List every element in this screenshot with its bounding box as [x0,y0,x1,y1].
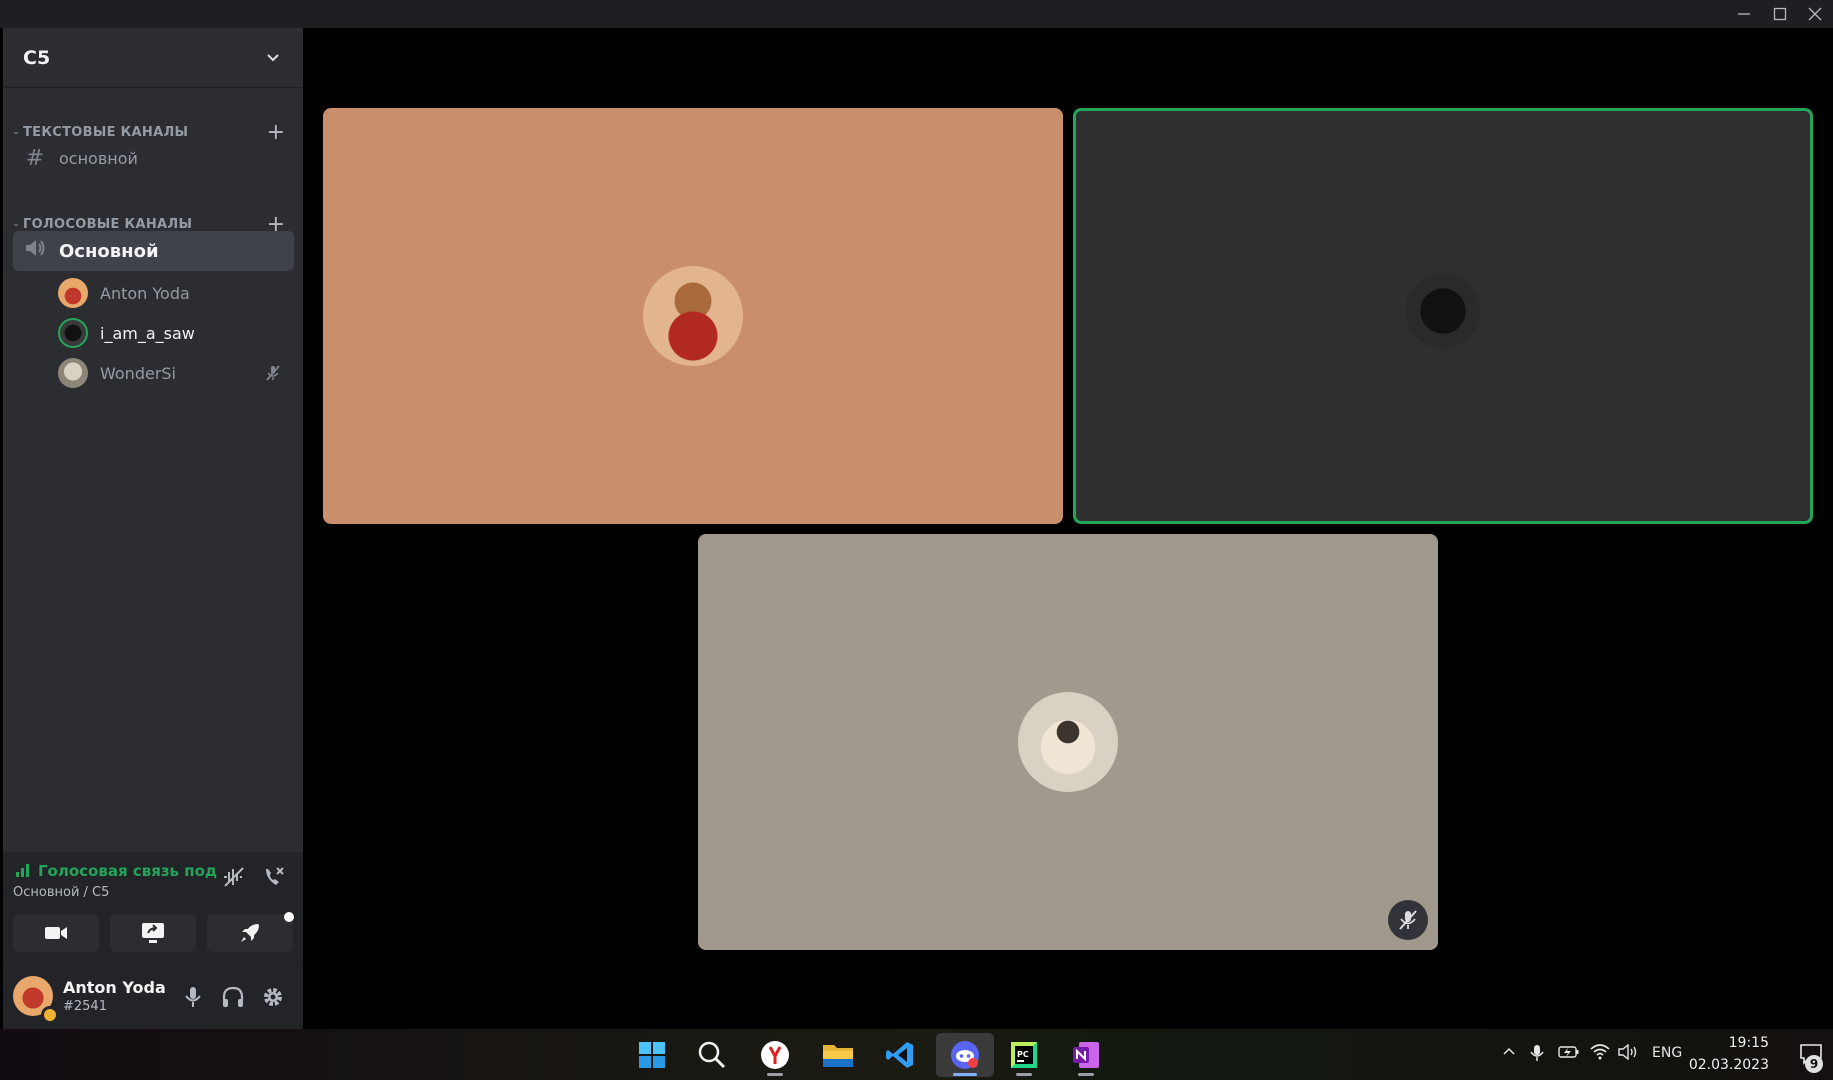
onenote-icon [1073,1042,1099,1068]
muted-mic-icon [266,365,280,381]
tray-battery[interactable] [1558,1044,1580,1064]
wifi-icon [1590,1044,1610,1060]
title-bar [0,0,1833,28]
running-indicator [1078,1073,1094,1076]
avatar [58,278,88,308]
clock-date: 02.03.2023 [1688,1057,1769,1073]
voice-connection-panel: Голосовая связь под Основной / C5 [3,852,303,964]
battery-charging-icon [1558,1046,1579,1058]
avatar [1018,692,1118,792]
volume-icon [1618,1043,1637,1061]
noise-suppression-icon [224,867,244,887]
voice-user-name: WonderSi [100,363,176,383]
speaker-icon [23,238,47,264]
show-hidden-icons-button[interactable] [1502,1044,1516,1062]
hashtag-icon: # [25,145,45,171]
avatar [1393,266,1493,366]
voice-tile-i-am-a-saw[interactable] [1073,108,1813,524]
minimize-icon [1738,13,1750,15]
rocket-icon [241,924,259,942]
user-settings-button[interactable] [259,983,287,1011]
maximize-button[interactable] [1763,0,1797,28]
discord-icon [951,1041,979,1069]
voice-tile-wondersi[interactable] [698,534,1438,950]
running-indicator [767,1073,783,1076]
taskbar-onenote[interactable] [1060,1033,1112,1077]
tray-language[interactable]: ENG [1652,1045,1682,1061]
voice-user-anton-yoda[interactable]: Anton Yoda [58,276,294,310]
headphones-icon [222,986,244,1007]
channel-label: Основной [59,240,159,262]
taskbar-vscode[interactable] [874,1033,926,1077]
text-channel-osnovnoy[interactable]: # основной [13,138,294,178]
video-camera-icon [45,927,67,939]
activities-button[interactable] [207,914,293,952]
yandex-browser-icon [761,1041,789,1069]
voice-status[interactable]: Голосовая связь под [38,862,217,880]
taskbar-discord[interactable] [936,1033,994,1077]
user-name[interactable]: Anton Yoda [63,978,166,997]
noise-suppression-button[interactable] [221,864,247,890]
notification-count-badge: 9 [1805,1055,1823,1073]
disconnect-phone-icon [266,867,284,885]
chevron-up-icon [1503,1047,1515,1055]
mute-button[interactable] [179,983,207,1011]
taskbar-file-explorer[interactable] [812,1033,864,1077]
windows-taskbar: PC ENG 19:15 02.03.2023 9 [0,1029,1833,1080]
screen-share-button[interactable] [110,914,196,952]
clock-time: 19:15 [1728,1035,1769,1051]
server-header[interactable]: C5 [3,28,303,88]
camera-button[interactable] [13,914,99,952]
disconnect-button[interactable] [261,864,287,890]
microphone-icon [185,987,201,1007]
voice-user-i-am-a-saw[interactable]: i_am_a_saw [58,316,294,350]
tray-volume[interactable] [1618,1043,1640,1064]
svg-text:PC: PC [1017,1050,1029,1059]
pycharm-icon: PC [1011,1042,1037,1068]
category-label: ГОЛОСОВЫЕ КАНАЛЫ [23,216,193,232]
running-indicator [953,1073,977,1076]
voice-channel-osnovnoy[interactable]: Основной [13,231,294,271]
start-button[interactable] [626,1033,678,1077]
muted-mic-icon [1399,910,1417,930]
search-button[interactable] [686,1033,738,1077]
running-indicator [1016,1073,1032,1076]
file-explorer-icon [823,1045,853,1067]
collapse-arrow-icon: ⌄ [12,127,20,137]
vscode-icon [886,1042,913,1068]
avatar [58,358,88,388]
close-icon [1808,7,1822,21]
close-window-button[interactable] [1798,0,1832,28]
taskbar-clock[interactable]: 19:15 02.03.2023 [1689,1032,1769,1076]
avatar [58,318,88,348]
idle-status-icon [41,1006,59,1024]
signal-strength-icon[interactable] [15,862,33,878]
microphone-icon [1530,1045,1544,1061]
server-name: C5 [23,46,51,69]
voice-user-wondersi[interactable]: WonderSi [58,356,294,390]
screen-share-icon [142,923,164,943]
tray-wifi[interactable] [1590,1044,1610,1064]
start-icon [639,1042,665,1068]
tile-muted-indicator [1388,900,1428,940]
voice-user-name: Anton Yoda [100,283,190,303]
voice-user-name: i_am_a_saw [100,323,195,343]
maximize-icon [1773,7,1787,21]
deafen-button[interactable] [219,983,247,1011]
channel-label: основной [59,148,138,168]
user-panel: Anton Yoda #2541 [3,964,303,1029]
taskbar-pycharm[interactable]: PC [998,1033,1050,1077]
gear-icon [264,988,282,1006]
collapse-arrow-icon: ⌄ [12,219,20,229]
activity-notification-dot [284,912,294,922]
voice-location[interactable]: Основной / C5 [13,885,109,900]
chevron-down-icon[interactable] [265,50,281,66]
avatar [643,266,743,366]
minimize-button[interactable] [1727,0,1761,28]
voice-tile-anton-yoda[interactable] [323,108,1063,524]
tray-microphone[interactable] [1530,1044,1544,1066]
search-icon [698,1041,726,1069]
taskbar-yandex-browser[interactable] [749,1033,801,1077]
user-tag: #2541 [63,999,107,1014]
